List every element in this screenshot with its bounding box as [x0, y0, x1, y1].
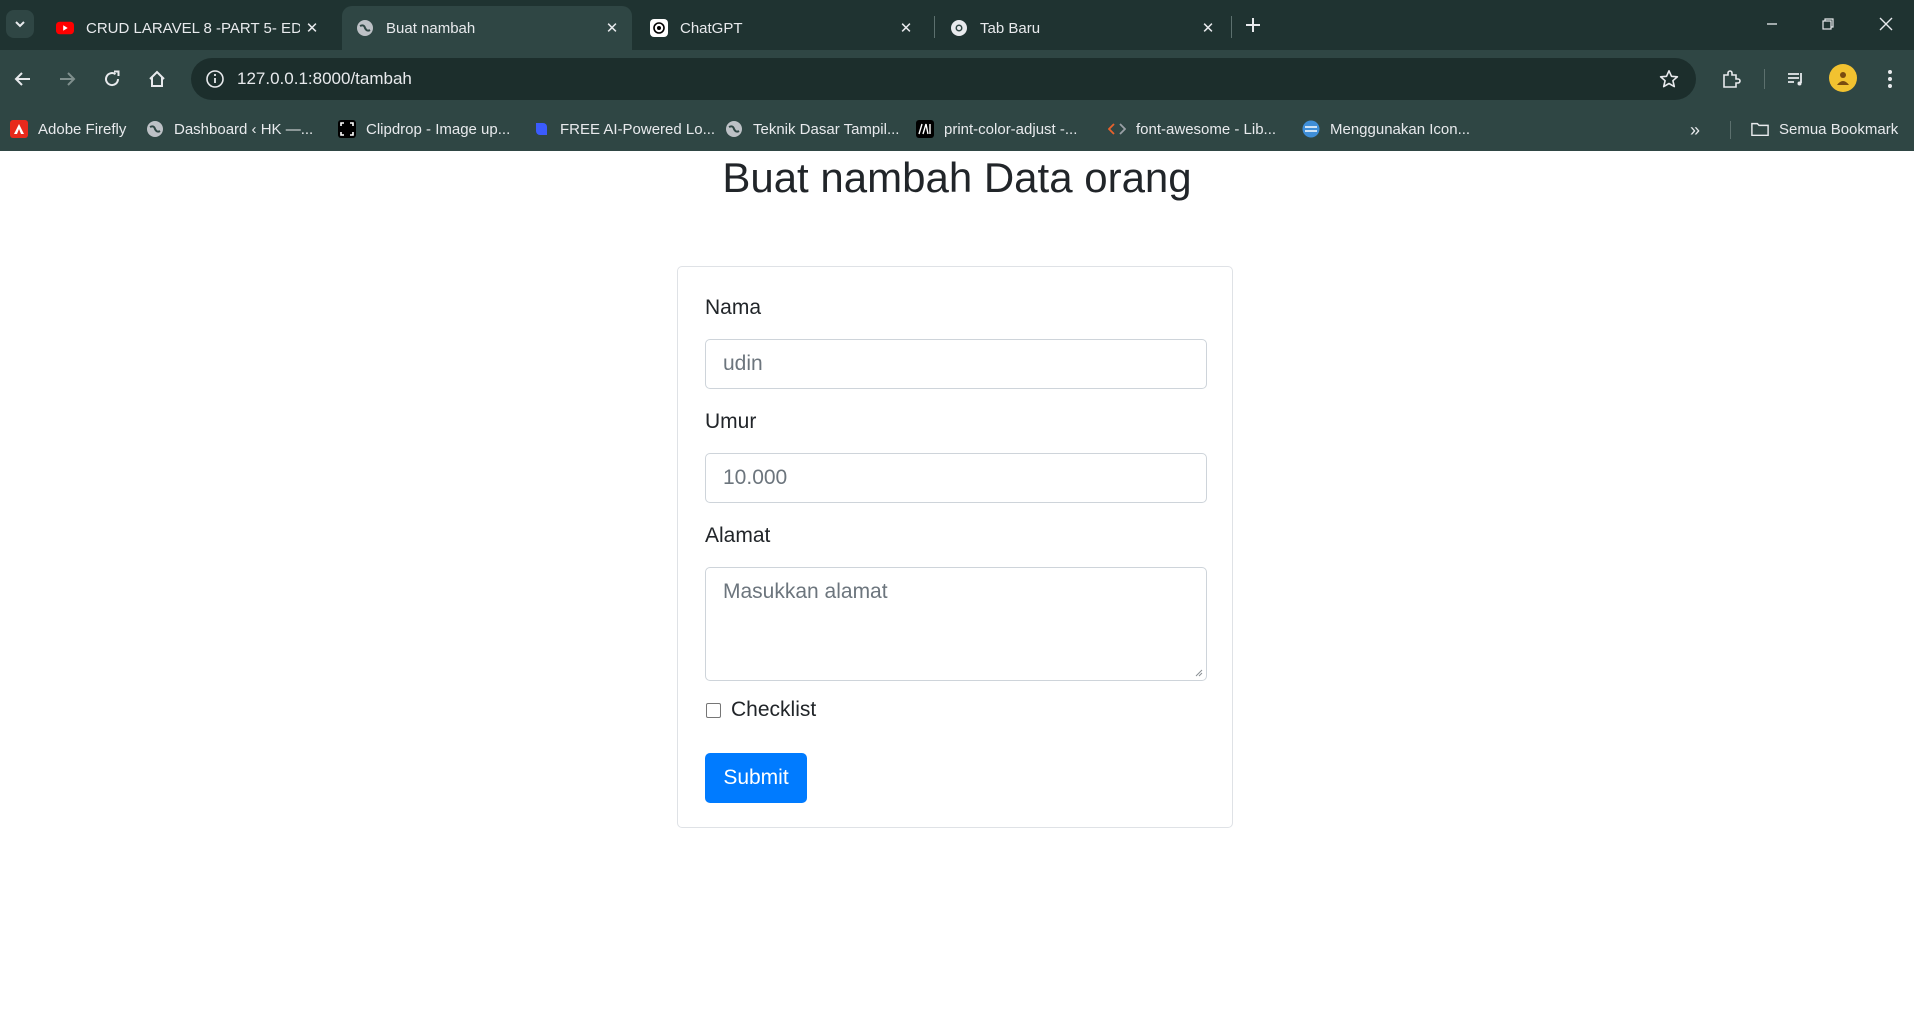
bookmark-label: Semua Bookmark	[1779, 120, 1899, 138]
nama-label: Nama	[705, 296, 762, 319]
profile-avatar[interactable]	[1829, 64, 1857, 92]
folder-icon	[1751, 120, 1769, 138]
bookmark-label: font-awesome - Lib...	[1136, 120, 1277, 138]
bookmark-label: FREE AI-Powered Lo...	[560, 120, 716, 138]
close-icon[interactable]: ✕	[300, 16, 324, 40]
bookmarks-divider	[1730, 121, 1731, 139]
youtube-icon	[56, 19, 74, 37]
alamat-textarea[interactable]: Masukkan alamat	[705, 567, 1207, 681]
close-icon[interactable]: ✕	[894, 16, 918, 40]
reload-button[interactable]	[96, 63, 128, 95]
more-vertical-icon	[1888, 70, 1892, 88]
chatgpt-icon	[650, 19, 668, 37]
profile-icon	[1837, 72, 1849, 85]
tab-separator	[934, 16, 935, 38]
page-content: Buat nambah Data orang Nama udin Umur 10…	[0, 151, 1914, 1011]
site-info-icon[interactable]	[195, 59, 235, 99]
close-icon[interactable]: ✕	[1196, 16, 1220, 40]
checklist-checkbox[interactable]	[706, 703, 721, 718]
tambah-form: Nama udin Umur 10.000 Alamat Masukkan al…	[677, 266, 1233, 828]
code-icon	[1108, 120, 1126, 138]
bookmark-font-awesome[interactable]: font-awesome - Lib...	[1108, 117, 1276, 141]
bookmark-star-icon[interactable]	[1658, 68, 1680, 90]
forward-button[interactable]	[51, 63, 83, 95]
tab-separator	[1231, 16, 1232, 38]
new-tab-button[interactable]	[1240, 12, 1266, 38]
umur-placeholder: 10.000	[723, 466, 788, 489]
tab-strip: CRUD LARAVEL 8 -PART 5- EDIT ✕ Buat namb…	[0, 0, 1914, 50]
chrome-icon	[950, 19, 968, 37]
tab-title: ChatGPT	[680, 19, 743, 37]
tab-crud-laravel[interactable]: CRUD LARAVEL 8 -PART 5- EDIT ✕	[42, 6, 332, 50]
home-icon	[149, 70, 165, 87]
clipdrop-icon	[338, 120, 356, 138]
bookmark-label: Clipdrop - Image up...	[366, 120, 511, 138]
close-window-button[interactable]	[1866, 10, 1906, 38]
minimize-icon	[1767, 23, 1777, 25]
close-window-icon	[1879, 17, 1893, 31]
nama-input[interactable]: udin	[705, 339, 1207, 389]
mdn-icon	[916, 120, 934, 138]
bookmarks-bar: Adobe Firefly Dashboard ‹ HK —... Clipdr…	[0, 107, 1914, 151]
bookmark-label: Dashboard ‹ HK —...	[174, 120, 314, 138]
tab-title: CRUD LARAVEL 8 -PART 5- EDIT	[86, 19, 300, 37]
umur-input[interactable]: 10.000	[705, 453, 1207, 503]
submit-button[interactable]: Submit	[705, 753, 807, 803]
tab-buat-nambah[interactable]: Buat nambah ✕	[342, 6, 632, 50]
all-bookmarks-folder[interactable]: Semua Bookmark	[1751, 117, 1898, 141]
globe-icon	[725, 120, 743, 138]
bookmark-label: Teknik Dasar Tampil...	[753, 120, 900, 138]
extensions-button[interactable]	[1715, 63, 1747, 95]
bookmark-adobe-firefly[interactable]: Adobe Firefly	[10, 117, 126, 141]
bookmark-teknik-dasar[interactable]: Teknik Dasar Tampil...	[725, 117, 899, 141]
bookmark-clipdrop[interactable]: Clipdrop - Image up...	[338, 117, 510, 141]
resize-grip-icon[interactable]	[1193, 667, 1203, 677]
chevron-down-icon	[15, 21, 25, 28]
adobe-icon	[10, 120, 28, 138]
reload-icon	[105, 70, 120, 87]
checklist-label[interactable]: Checklist	[731, 698, 816, 722]
blue-shape-icon	[532, 120, 550, 138]
home-button[interactable]	[141, 63, 173, 95]
nama-placeholder: udin	[723, 352, 763, 375]
puzzle-icon	[1723, 70, 1741, 88]
media-controls-button[interactable]	[1780, 63, 1812, 95]
tab-title: Tab Baru	[980, 19, 1041, 37]
alamat-label: Alamat	[705, 524, 771, 547]
umur-label: Umur	[705, 410, 757, 433]
alamat-placeholder: Masukkan alamat	[723, 580, 888, 603]
back-button[interactable]	[7, 63, 39, 95]
close-icon[interactable]: ✕	[600, 16, 624, 40]
restore-icon	[1822, 18, 1834, 30]
restore-button[interactable]	[1808, 10, 1848, 38]
bookmark-menggunakan-icon[interactable]: Menggunakan Icon...	[1302, 117, 1470, 141]
minimize-button[interactable]	[1752, 10, 1792, 38]
globe-icon	[146, 120, 164, 138]
tab-chatgpt[interactable]: ChatGPT ✕	[636, 6, 926, 50]
wordpress-icon	[1302, 120, 1320, 138]
bookmark-dashboard-hk[interactable]: Dashboard ‹ HK —...	[146, 117, 313, 141]
page-title: Buat nambah Data orang	[722, 154, 1192, 201]
bookmark-free-ai-powered[interactable]: FREE AI-Powered Lo...	[532, 117, 715, 141]
globe-icon	[356, 19, 374, 37]
bookmark-label: Menggunakan Icon...	[1330, 120, 1471, 138]
tab-title: Buat nambah	[386, 19, 476, 37]
tab-tab-baru[interactable]: Tab Baru ✕	[936, 6, 1228, 50]
arrow-right-icon	[60, 72, 76, 86]
plus-icon	[1246, 18, 1260, 32]
url-text[interactable]: 127.0.0.1:8000/tambah	[237, 69, 412, 89]
bookmark-print-color-adjust[interactable]: print-color-adjust -...	[916, 117, 1077, 141]
navigation-toolbar: 127.0.0.1:8000/tambah	[0, 50, 1914, 107]
bookmark-label: print-color-adjust -...	[944, 120, 1078, 138]
menu-button[interactable]	[1874, 63, 1906, 95]
arrow-left-icon	[14, 72, 30, 86]
address-bar[interactable]: 127.0.0.1:8000/tambah	[191, 58, 1696, 100]
tab-search-button[interactable]	[6, 10, 34, 38]
playlist-icon	[1788, 73, 1802, 86]
more-bookmarks-chevron-icon[interactable]: »	[1690, 120, 1700, 141]
toolbar-divider	[1764, 69, 1765, 89]
bookmark-label: Adobe Firefly	[38, 120, 127, 138]
